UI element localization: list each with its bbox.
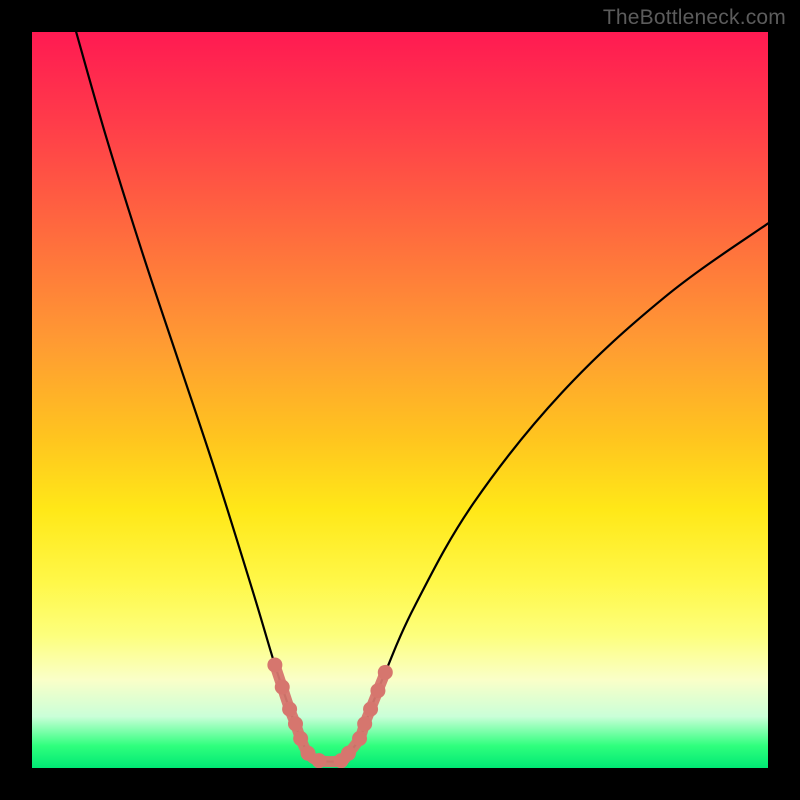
trough-point [363, 702, 378, 717]
trough-highlight-layer [267, 657, 392, 768]
trough-point [370, 683, 385, 698]
trough-point [288, 716, 303, 731]
trough-point [312, 753, 327, 768]
chart-svg [32, 32, 768, 768]
chart-frame [32, 32, 768, 768]
curve-layer [76, 32, 768, 762]
trough-point [341, 746, 356, 761]
trough-point [357, 716, 372, 731]
series-right-branch [348, 223, 768, 753]
trough-point [378, 665, 393, 680]
trough-point [352, 731, 367, 746]
trough-point [282, 702, 297, 717]
watermark-text: TheBottleneck.com [603, 6, 786, 30]
series-left-branch [76, 32, 308, 753]
trough-point [293, 731, 308, 746]
trough-point [267, 657, 282, 672]
trough-point [275, 680, 290, 695]
